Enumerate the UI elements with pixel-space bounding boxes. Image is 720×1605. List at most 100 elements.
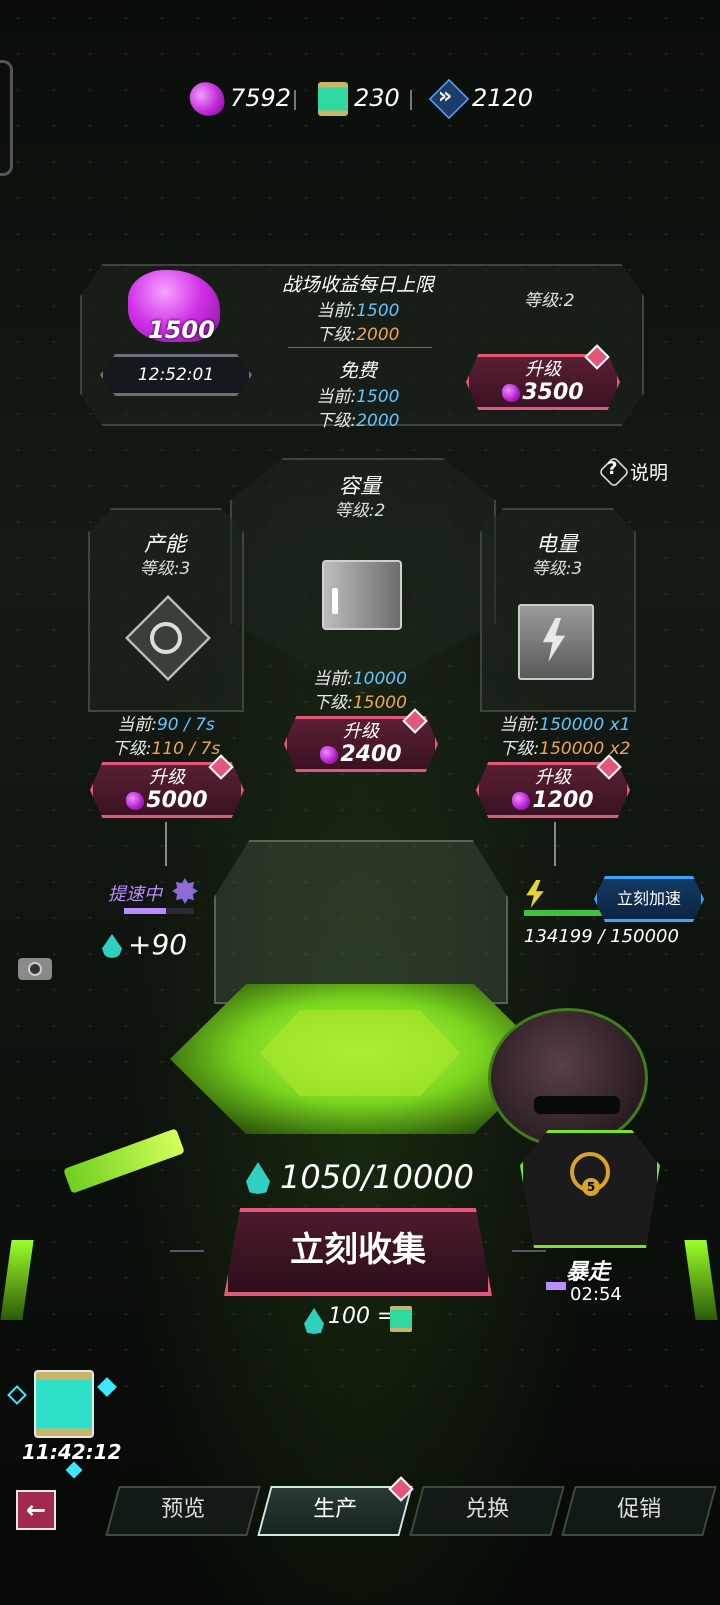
capacity-tank-mark [332,588,338,614]
production-next-label: 下级: [111,739,152,759]
tab-label: 兑换 [465,1497,510,1522]
power-current-label: 当前: [499,715,540,735]
camera-lens [28,962,42,976]
power-amount: 134199 / 150000 [524,926,679,947]
character-status-bar [546,1282,566,1290]
camera-button[interactable] [18,952,54,982]
battlefield-next: 下级:2000 [268,320,448,345]
sparkle-icon [7,1385,27,1405]
battlefield-next-label: 下级: [316,325,357,345]
exchange-rate: 100 = [328,1304,396,1329]
production-boost-label: 提速中 [108,884,162,905]
sparkle-icon [65,1461,83,1479]
production-fan-center-icon [150,622,182,654]
tab-exchange[interactable]: 兑换 [409,1486,565,1536]
hourglass-icon [34,1370,94,1438]
production-gain: +90 [128,928,188,961]
bonus-reward-button[interactable]: 11:42:12 [7,1370,122,1480]
character-status: 暴走 [566,1260,611,1285]
free-next-label: 下级: [316,411,357,431]
capacity-level: 等级:2 [334,501,386,521]
question-glyph: ? [607,458,618,479]
tab-label: 生产 [313,1497,358,1522]
chevron-count: 2120 [472,84,534,112]
free-current-label: 当前: [316,387,357,407]
bonus-timer: 11:42:12 [22,1440,122,1464]
currency-bar: 7592 230 » 2120 [186,78,536,122]
back-button[interactable]: ← [16,1490,56,1530]
power-next-label: 下级: [499,739,540,759]
help-button[interactable]: ? 说明 [598,456,680,488]
battlefield-timer: 12:52:01 [100,354,252,396]
connector-line [165,822,167,866]
upgrade-cost: 1200 [479,789,627,813]
production-next-value: 110 / 7s [151,739,221,759]
free-title: 免费 [338,360,377,382]
collector-pad-inner [260,1010,460,1096]
production-next: 下级:110 / 7s [96,734,236,759]
divider [288,347,432,348]
tab-label: 预览 [161,1497,206,1522]
free-next-value: 2000 [356,411,400,431]
battlefield-current-label: 当前: [316,301,357,321]
gem-icon [502,384,521,402]
connector-line [554,822,556,866]
collector-glass [214,840,508,1004]
character-badge: 5 [582,1178,600,1196]
arrow-left-icon: ← [25,1496,47,1524]
power-next: 下级:150000 x2 [470,734,660,759]
separator [294,90,296,110]
tab-production[interactable]: 生产 [257,1486,413,1536]
gem-icon [126,792,145,810]
upgrade-cost: 3500 [469,381,617,405]
gem-icon [320,746,339,764]
collect-button[interactable]: 立刻收集 [224,1208,492,1296]
gem-count: 7592 [230,84,292,112]
scroll-icon [390,1306,412,1332]
collect-line-left [170,1250,204,1252]
battlefield-level: 等级:2 [524,291,575,311]
scroll-currency-icon [318,82,348,116]
production-current-label: 当前: [117,715,157,735]
chevron-glyph-icon: » [438,84,453,109]
production-current-value: 90 / 7s [156,715,215,735]
power-next-value: 150000 x2 [539,739,631,759]
boost-progress-track [124,908,194,914]
tab-preview[interactable]: 预览 [105,1486,261,1536]
battlefield-current: 当前:1500 [268,296,448,321]
separator [410,90,412,110]
boost-progress-fill [124,908,166,914]
tab-promotion[interactable]: 促销 [561,1486,717,1536]
capacity-next-label: 下级: [313,693,353,713]
capacity-current-value: 10000 [352,669,407,689]
collect-line-right [512,1250,546,1252]
tab-label: 促销 [617,1497,662,1522]
power-current-value: 150000 x1 [539,715,631,735]
gem-icon [512,792,531,810]
gem-currency-icon [187,79,227,119]
battlefield-stored-amount: 1500 [148,316,215,344]
upgrade-cost: 5000 [93,789,241,813]
accelerate-button[interactable]: 立刻加速 [594,876,704,922]
upgrade-cost: 2400 [287,743,435,767]
power-progress-fill [524,910,605,916]
battlefield-next-value: 2000 [356,325,400,345]
help-label: 说明 [630,462,669,484]
character-timer: 02:54 [570,1284,622,1305]
collect-label: 立刻收集 [290,1230,426,1270]
capacity-current: 当前:10000 [280,664,440,689]
free-current: 当前:1500 [268,382,448,407]
scroll-count: 230 [354,84,400,112]
accelerate-label: 立刻加速 [616,889,681,908]
free-next: 下级:2000 [268,406,448,431]
character-hair [488,1008,648,1148]
battlefield-current-value: 1500 [356,301,400,321]
capacity-current-label: 当前: [313,669,353,689]
power-current: 当前:150000 x1 [470,710,660,735]
free-current-value: 1500 [356,387,400,407]
collector-amount: 1050/10000 [280,1158,475,1196]
side-bracket [0,60,13,176]
production-level: 等级:3 [139,559,191,579]
sparkle-icon [97,1377,117,1397]
battlefield-title: 战场收益每日上限 [281,274,434,296]
